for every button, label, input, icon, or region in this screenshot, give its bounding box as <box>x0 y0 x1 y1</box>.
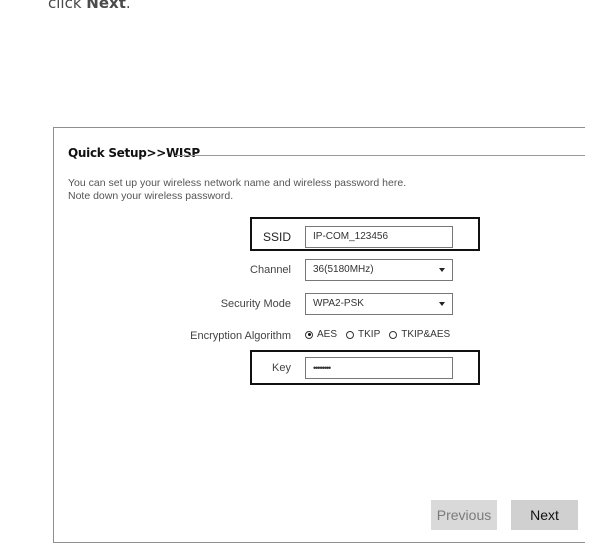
chevron-down-icon <box>439 268 445 272</box>
radio-aes[interactable] <box>305 330 313 339</box>
ssid-label: SSID <box>262 230 291 244</box>
radio-tkip-label: TKIP <box>358 329 381 340</box>
encryption-radio-group: AES TKIP TKIP&AES <box>305 329 455 340</box>
radio-tkip[interactable] <box>346 330 355 339</box>
security-mode-label: Security Mode <box>220 298 291 310</box>
radio-aes-label: AES <box>317 329 338 340</box>
key-row: Key •••••••• <box>54 357 586 381</box>
security-mode-select[interactable]: WPA2-PSK <box>305 293 453 315</box>
channel-label: Channel <box>250 264 291 276</box>
description-line-2: Note down your wireless password. <box>68 190 234 202</box>
encryption-label: Encryption Algorithm <box>190 330 291 342</box>
channel-row: Channel 36(5180MHz) <box>54 259 586 283</box>
next-button[interactable]: Next <box>511 500 578 530</box>
encryption-row: Encryption Algorithm AES TKIP TKIP&AES <box>54 325 586 349</box>
title-divider <box>175 155 585 156</box>
key-label: Key <box>272 362 291 374</box>
key-password-input[interactable]: •••••••• <box>305 357 453 379</box>
ssid-input[interactable]: IP-COM_123456 <box>305 226 453 248</box>
channel-select[interactable]: 36(5180MHz) <box>305 259 453 281</box>
security-mode-selected-value: WPA2-PSK <box>313 298 364 309</box>
caption-bold: Next <box>86 0 126 12</box>
channel-selected-value: 36(5180MHz) <box>313 264 374 275</box>
panel-description: You can set up your wireless network nam… <box>68 177 406 203</box>
quick-setup-panel: Quick Setup>>WISP You can set up your wi… <box>53 127 585 543</box>
panel-title: Quick Setup>>WISP <box>68 146 200 160</box>
ssid-row: SSID IP-COM_123456 <box>54 226 586 250</box>
previous-button[interactable]: Previous <box>431 500 497 530</box>
security-mode-row: Security Mode WPA2-PSK <box>54 293 586 317</box>
chevron-down-icon <box>439 302 445 306</box>
caption-prefix: click <box>48 0 87 12</box>
radio-tkip-aes-label: TKIP&AES <box>401 329 451 340</box>
radio-tkip-aes[interactable] <box>389 330 398 339</box>
description-line-1: You can set up your wireless network nam… <box>68 177 407 189</box>
caption-suffix: . <box>125 0 131 12</box>
instruction-caption: click Next. <box>48 0 131 12</box>
